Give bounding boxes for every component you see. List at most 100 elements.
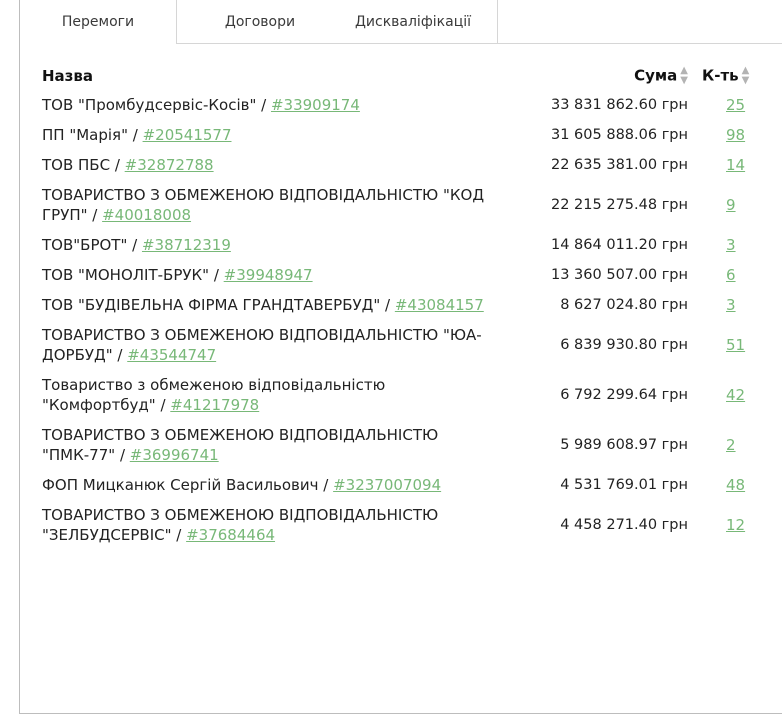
tab-contracts[interactable]: Договори	[200, 0, 320, 44]
company-cell: ФОП Мицканюк Сергій Васильович / #323700…	[42, 470, 492, 500]
count-link[interactable]: 12	[726, 516, 745, 534]
company-name: ТОВАРИСТВО З ОБМЕЖЕНОЮ ВІДПОВІДАЛЬНІСТЮ …	[42, 326, 482, 364]
company-code-link[interactable]: #32872788	[125, 156, 214, 174]
count-link[interactable]: 6	[726, 266, 736, 284]
tab-disqualifications[interactable]: Дискваліфікації	[328, 0, 498, 44]
table-row: Товариство з обмеженою відповідальністю …	[42, 370, 774, 420]
tab-wins[interactable]: Перемоги	[20, 0, 177, 44]
name-separator: /	[127, 126, 143, 144]
company-code-link[interactable]: #43084157	[395, 296, 484, 314]
company-code-link[interactable]: #40018008	[102, 206, 191, 224]
company-code-link[interactable]: #36996741	[130, 446, 219, 464]
amount-cell: 13 360 507.00 грн	[551, 267, 688, 283]
winners-panel: Перемоги Договори Дискваліфікації Назва …	[19, 0, 782, 714]
name-separator: /	[127, 236, 142, 254]
amount-cell: 22 215 275.48 грн	[551, 197, 688, 213]
count-cell: 6	[702, 260, 774, 290]
table-row: ТОВ "Промбудсервіс-Косів" / #33909174 33 …	[42, 90, 774, 120]
company-name: ТОВ "Промбудсервіс-Косів"	[42, 96, 257, 114]
table-row: ТОВАРИСТВО З ОБМЕЖЕНОЮ ВІДПОВІДАЛЬНІСТЮ …	[42, 180, 774, 230]
company-name: ТОВАРИСТВО З ОБМЕЖЕНОЮ ВІДПОВІДАЛЬНІСТЮ …	[42, 426, 439, 464]
count-cell: 3	[702, 290, 774, 320]
amount-cell: 4 458 271.40 грн	[560, 517, 688, 533]
tab-bar: Перемоги Договори Дискваліфікації	[20, 0, 782, 44]
count-cell: 51	[702, 320, 774, 370]
count-cell: 9	[702, 180, 774, 230]
amount-cell: 14 864 011.20 грн	[551, 237, 688, 253]
sort-arrows-icon[interactable]: ▲ ▼	[742, 66, 750, 86]
company-name: ТОВ ПБС	[42, 156, 111, 174]
company-cell: ТОВ ПБС / #32872788	[42, 150, 492, 180]
company-cell: Товариство з обмеженою відповідальністю …	[42, 370, 492, 420]
table-row: ТОВАРИСТВО З ОБМЕЖЕНОЮ ВІДПОВІДАЛЬНІСТЮ …	[42, 420, 774, 470]
count-cell: 98	[702, 120, 774, 150]
company-cell: ТОВАРИСТВО З ОБМЕЖЕНОЮ ВІДПОВІДАЛЬНІСТЮ …	[42, 180, 492, 230]
amount-cell: 6 792 299.64 грн	[560, 387, 688, 403]
name-separator: /	[256, 96, 271, 114]
name-separator: /	[155, 396, 171, 414]
count-cell: 42	[702, 370, 774, 420]
count-cell: 2	[702, 420, 774, 470]
name-separator: /	[209, 266, 224, 284]
count-link[interactable]: 42	[726, 386, 745, 404]
table-row: ТОВАРИСТВО З ОБМЕЖЕНОЮ ВІДПОВІДАЛЬНІСТЮ …	[42, 500, 774, 550]
company-cell: ТОВ "Промбудсервіс-Косів" / #33909174	[42, 90, 492, 120]
table-header-row: Назва Сума ▲ ▼ К-ть ▲ ▼	[42, 62, 774, 90]
count-link[interactable]: 9	[726, 196, 736, 214]
table-row: ТОВ"БРОТ" / #38712319 14 864 011.20 грн 3	[42, 230, 774, 260]
company-code-link[interactable]: #38712319	[142, 236, 231, 254]
amount-cell: 31 605 888.06 грн	[551, 127, 688, 143]
company-name: ТОВ "МОНОЛІТ-БРУК"	[42, 266, 210, 284]
company-cell: ТОВ "МОНОЛІТ-БРУК" / #39948947	[42, 260, 492, 290]
name-separator: /	[171, 526, 187, 544]
count-link[interactable]: 3	[726, 236, 736, 254]
amount-cell: 4 531 769.01 грн	[560, 477, 688, 493]
name-separator: /	[110, 156, 125, 174]
amount-cell: 33 831 862.60 грн	[551, 97, 688, 113]
column-header-sum[interactable]: Сума ▲ ▼	[492, 62, 702, 90]
table-body: ТОВ "Промбудсервіс-Косів" / #33909174 33 …	[42, 90, 774, 550]
company-code-link[interactable]: #3237007094	[333, 476, 441, 494]
company-name: ФОП Мицканюк Сергій Васильович	[42, 476, 319, 494]
name-separator: /	[318, 476, 334, 494]
count-cell: 14	[702, 150, 774, 180]
name-separator: /	[115, 446, 130, 464]
count-link[interactable]: 51	[726, 336, 745, 354]
count-link[interactable]: 3	[726, 296, 736, 314]
count-link[interactable]: 98	[726, 126, 745, 144]
column-header-name: Назва	[42, 67, 94, 85]
count-cell: 25	[702, 90, 774, 120]
company-code-link[interactable]: #41217978	[170, 396, 259, 414]
company-cell: ТОВ "БУДІВЕЛЬНА ФІРМА ГРАНДТАВЕРБУД" / #…	[42, 290, 492, 320]
company-code-link[interactable]: #20541577	[143, 126, 232, 144]
count-link[interactable]: 25	[726, 96, 745, 114]
table-row: ФОП Мицканюк Сергій Васильович / #323700…	[42, 470, 774, 500]
winners-table: Назва Сума ▲ ▼ К-ть ▲ ▼ ТОВ "Промбудсервіс-К…	[42, 62, 774, 550]
amount-cell: 6 839 930.80 грн	[560, 337, 688, 353]
table-row: ТОВ "БУДІВЕЛЬНА ФІРМА ГРАНДТАВЕРБУД" / #…	[42, 290, 774, 320]
company-name: ПП "Марія"	[42, 126, 128, 144]
count-cell: 3	[702, 230, 774, 260]
company-code-link[interactable]: #43544747	[127, 346, 216, 364]
amount-cell: 5 989 608.97 грн	[560, 437, 688, 453]
company-code-link[interactable]: #33909174	[271, 96, 360, 114]
table-row: ТОВАРИСТВО З ОБМЕЖЕНОЮ ВІДПОВІДАЛЬНІСТЮ …	[42, 320, 774, 370]
name-separator: /	[380, 296, 395, 314]
name-separator: /	[87, 206, 103, 224]
company-cell: ТОВАРИСТВО З ОБМЕЖЕНОЮ ВІДПОВІДАЛЬНІСТЮ …	[42, 500, 492, 550]
count-link[interactable]: 2	[726, 436, 736, 454]
company-cell: ТОВ"БРОТ" / #38712319	[42, 230, 492, 260]
company-name: ТОВ "БУДІВЕЛЬНА ФІРМА ГРАНДТАВЕРБУД"	[42, 296, 381, 314]
company-cell: ТОВАРИСТВО З ОБМЕЖЕНОЮ ВІДПОВІДАЛЬНІСТЮ …	[42, 320, 492, 370]
table-row: ПП "Марія" / #20541577 31 605 888.06 грн 9…	[42, 120, 774, 150]
company-cell: ПП "Марія" / #20541577	[42, 120, 492, 150]
sort-arrows-icon[interactable]: ▲ ▼	[680, 66, 688, 86]
company-cell: ТОВАРИСТВО З ОБМЕЖЕНОЮ ВІДПОВІДАЛЬНІСТЮ …	[42, 420, 492, 470]
column-header-count[interactable]: К-ть ▲ ▼	[702, 62, 774, 90]
table-row: ТОВ "МОНОЛІТ-БРУК" / #39948947 13 360 507…	[42, 260, 774, 290]
count-link[interactable]: 14	[726, 156, 745, 174]
count-link[interactable]: 48	[726, 476, 745, 494]
count-cell: 12	[702, 500, 774, 550]
company-code-link[interactable]: #39948947	[224, 266, 313, 284]
company-code-link[interactable]: #37684464	[186, 526, 275, 544]
